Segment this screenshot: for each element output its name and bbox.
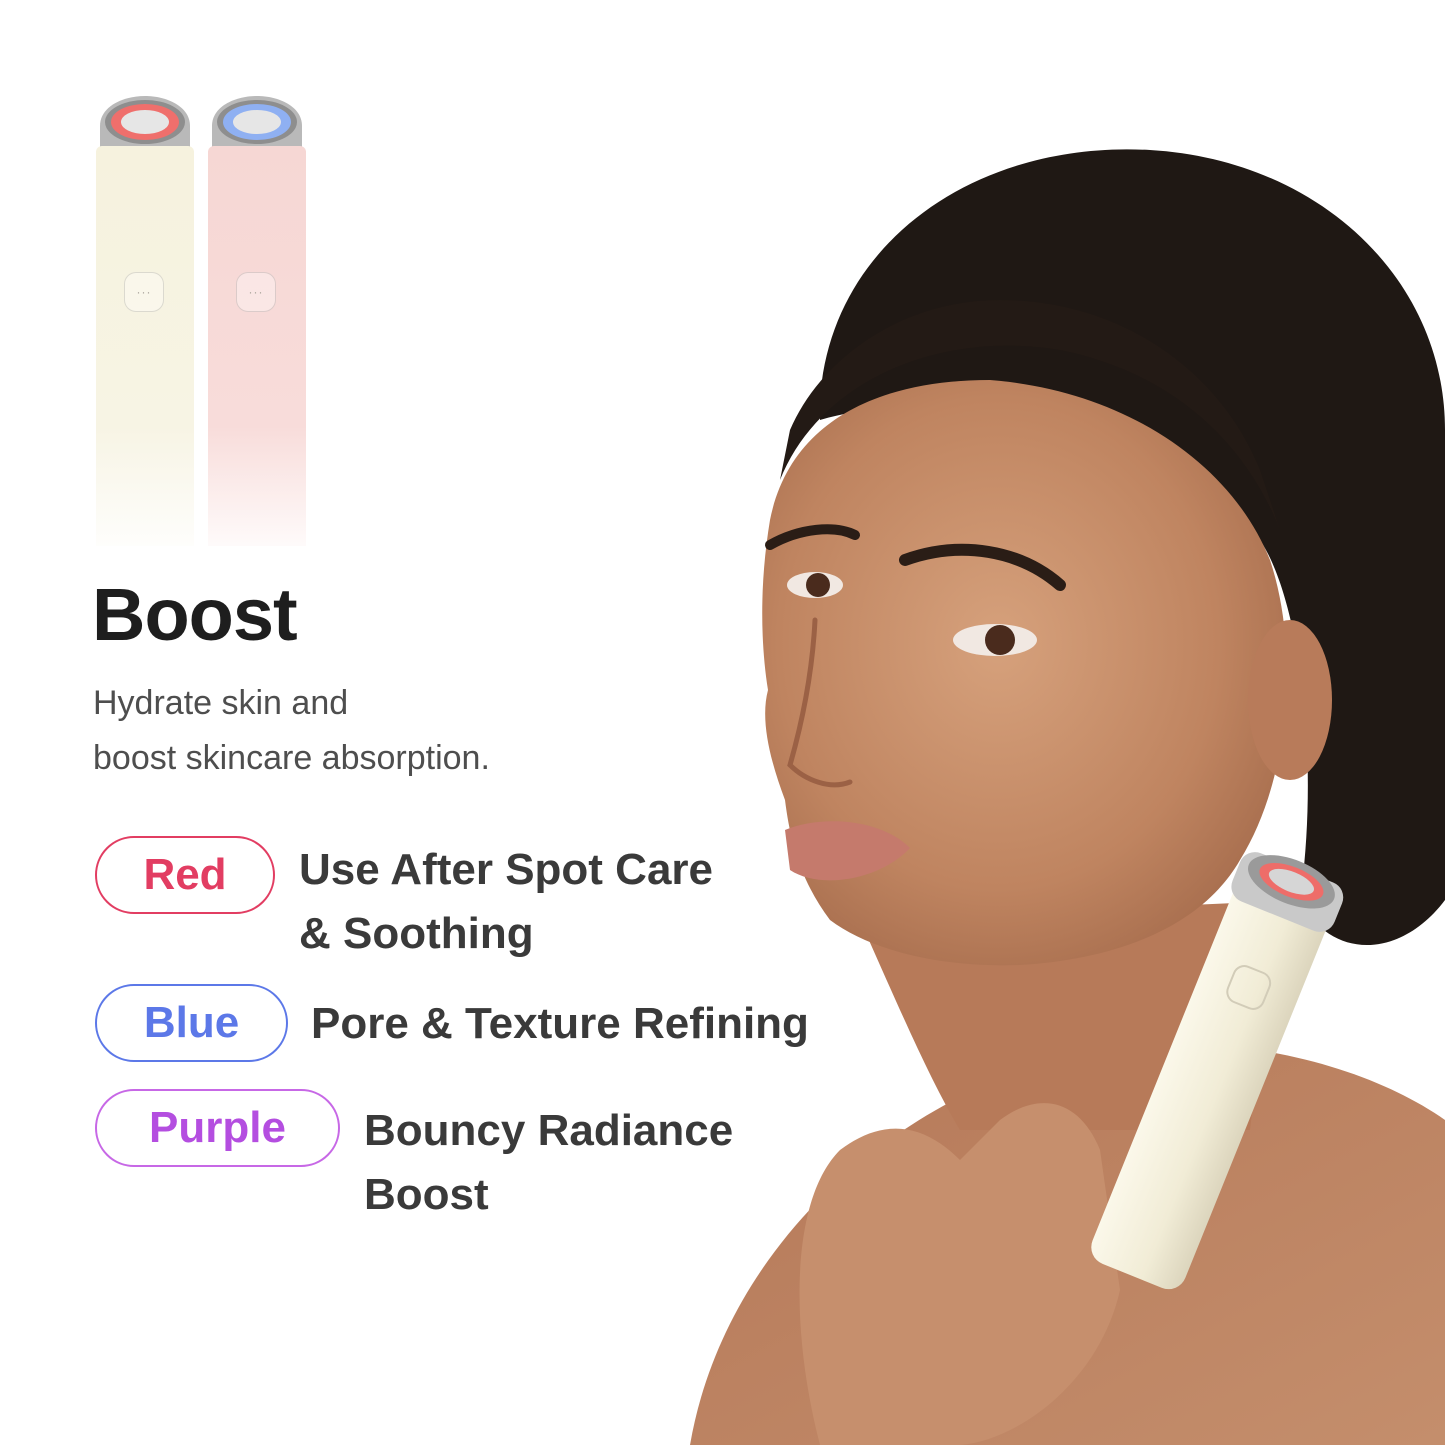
mode-description-red: Use After Spot Care & Soothing xyxy=(299,838,713,966)
description-line: Bouncy Radiance xyxy=(364,1106,734,1155)
description-line: Use After Spot Care xyxy=(299,845,714,894)
mode-description-purple: Bouncy Radiance Boost xyxy=(364,1099,733,1227)
device-power-button: ··· xyxy=(236,272,276,312)
subtitle: Hydrate skin and boost skincare absorpti… xyxy=(93,676,490,786)
device-body xyxy=(208,146,306,546)
device-body xyxy=(96,146,194,546)
mode-description-blue: Pore & Texture Refining xyxy=(311,992,809,1056)
device-power-button: ··· xyxy=(124,272,164,312)
mode-pill-blue: Blue xyxy=(95,984,288,1062)
description-line: & Soothing xyxy=(299,909,534,958)
page-title: Boost xyxy=(92,573,298,656)
description-line: Boost xyxy=(364,1170,489,1219)
subtitle-line: Hydrate skin and xyxy=(93,684,349,722)
subtitle-line: boost skincare absorption. xyxy=(93,739,490,777)
mode-pill-red: Red xyxy=(95,836,275,914)
device-ivory: ··· xyxy=(94,92,196,547)
description-line: Pore & Texture Refining xyxy=(311,999,809,1048)
mode-pill-purple: Purple xyxy=(95,1089,340,1167)
device-pink: ··· xyxy=(206,92,308,547)
